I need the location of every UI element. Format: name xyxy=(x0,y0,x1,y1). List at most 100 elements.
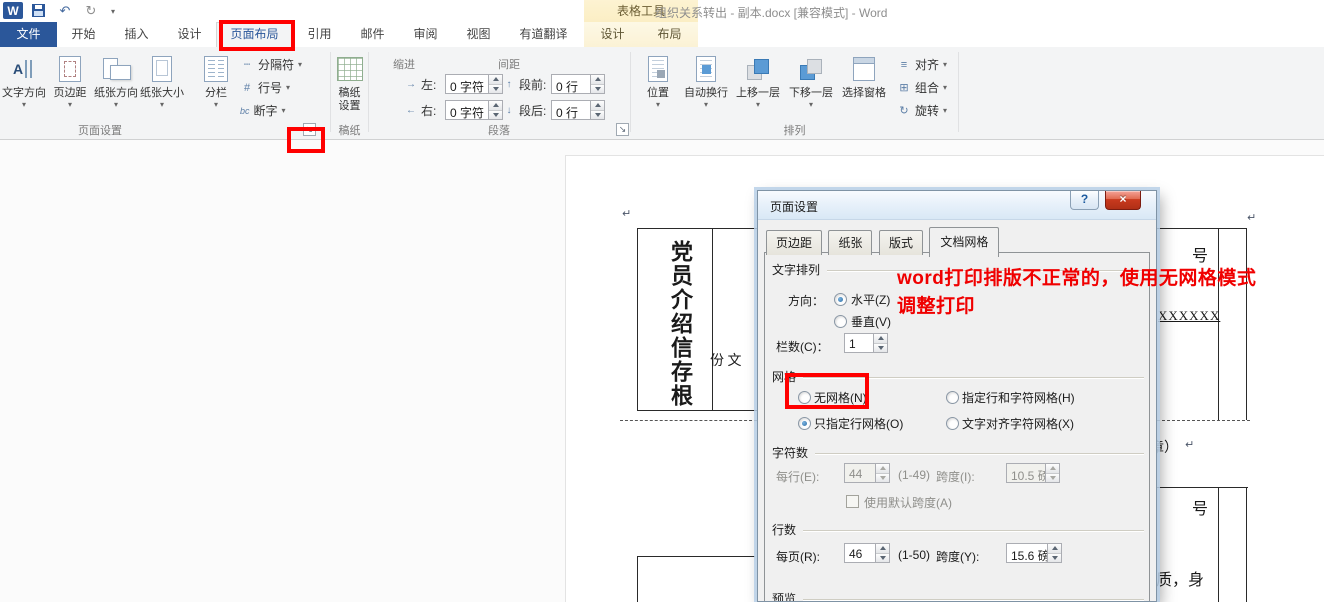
orientation-button[interactable]: 纸张方向 xyxy=(93,51,139,125)
radio-vertical-label[interactable]: 垂直(V) xyxy=(851,313,891,330)
selection-pane-button[interactable]: 选择窗格 xyxy=(839,51,889,125)
breaks-label: 分隔符 xyxy=(258,56,294,73)
tab-view[interactable]: 视图 xyxy=(452,22,505,47)
spinner-arrows[interactable] xyxy=(873,334,887,352)
dialog-tab-paper[interactable]: 纸张 xyxy=(828,230,872,255)
radio-horizontal[interactable] xyxy=(834,293,847,306)
radio-lines-only-label[interactable]: 只指定行网格(O) xyxy=(814,415,903,432)
radio-char-align-label[interactable]: 文字对齐字符网格(X) xyxy=(962,415,1074,432)
tab-home[interactable]: 开始 xyxy=(57,22,110,47)
chevron-down-icon xyxy=(637,100,679,109)
tab-references[interactable]: 引用 xyxy=(293,22,346,47)
line-numbers-button[interactable]: 行号 xyxy=(238,77,292,98)
spinner-arrows[interactable] xyxy=(590,75,604,93)
spinner-arrows[interactable] xyxy=(488,101,502,119)
spinner-arrows[interactable] xyxy=(590,101,604,119)
tab-design[interactable]: 设计 xyxy=(163,22,216,47)
manuscript-grid-label: 稿纸设置 xyxy=(339,87,361,112)
radio-lines-only[interactable] xyxy=(798,417,811,430)
space-before-spinner[interactable]: 0 行 xyxy=(551,74,605,94)
annotation-text-line1: word打印排版不正常的，使用无网格模式 xyxy=(897,263,1256,290)
paper-size-label: 纸张大小 xyxy=(140,87,184,99)
send-backward-button[interactable]: 下移一层 xyxy=(786,51,836,125)
align-icon xyxy=(897,58,911,72)
highlight-no-grid-option xyxy=(785,373,869,409)
group-preview: 预览 xyxy=(772,590,1144,602)
dialog-close-button[interactable]: × xyxy=(1105,191,1141,210)
chevron-down-icon xyxy=(1,100,47,109)
wrap-text-button[interactable]: 自动换行 xyxy=(681,51,731,125)
table-border-line xyxy=(1218,228,1219,420)
paper-size-icon xyxy=(152,56,172,82)
dialog-tab-strip: 页边距 纸张 版式 文档网格 xyxy=(766,227,1001,257)
chevron-down-icon xyxy=(196,100,236,109)
title-bar: W ↶ ↻ ▾ 表格工具 组织关系转出 - 副本.docx [兼容模式] - W… xyxy=(0,0,1324,22)
line-pitch-spinner[interactable]: 15.6 磅 xyxy=(1006,543,1062,563)
orientation-label: 纸张方向 xyxy=(94,87,138,99)
breaks-button[interactable]: 分隔符 xyxy=(238,54,304,75)
redo-button[interactable]: ↻ xyxy=(82,2,100,20)
manuscript-grid-button[interactable]: 稿纸设置 xyxy=(332,51,367,125)
spinner-arrows[interactable] xyxy=(1047,544,1061,562)
orientation-icon xyxy=(102,56,130,82)
tab-table-layout[interactable]: 布局 xyxy=(641,22,698,47)
columns-button[interactable]: 分栏 xyxy=(196,51,236,125)
ribbon-tab-row: 文件 开始 插入 设计 页面布局 引用 邮件 审阅 视图 有道翻译 设计 布局 xyxy=(0,22,1324,47)
dialog-tab-layout[interactable]: 版式 xyxy=(879,230,923,255)
group-objects-icon xyxy=(897,81,911,95)
stub-vertical-title: 党员介绍信存根 xyxy=(664,240,696,415)
space-after-label: 段后: xyxy=(519,102,546,119)
radio-lines-and-chars-label[interactable]: 指定行和字符网格(H) xyxy=(962,389,1075,406)
use-default-pitch-label[interactable]: 使用默认跨度(A) xyxy=(864,494,952,511)
paragraph-dialog-launcher[interactable] xyxy=(616,123,629,136)
radio-vertical[interactable] xyxy=(834,315,847,328)
spinner-arrows[interactable] xyxy=(488,75,502,93)
lines-per-page-label: 每页(R): xyxy=(776,548,820,565)
save-icon xyxy=(32,4,45,17)
spinner-arrows[interactable] xyxy=(875,544,889,562)
paper-size-button[interactable]: 纸张大小 xyxy=(139,51,185,125)
use-default-pitch-checkbox[interactable] xyxy=(846,495,859,508)
direction-label: 方向： xyxy=(788,292,824,309)
lines-per-page-spinner[interactable]: 46 xyxy=(844,543,890,563)
save-button[interactable] xyxy=(30,2,46,18)
margins-button[interactable]: 页边距 xyxy=(47,51,93,125)
indent-left-spinner[interactable]: 0 字符 xyxy=(445,74,503,94)
bring-forward-button[interactable]: 上移一层 xyxy=(733,51,783,125)
columns-count-label: 栏数(C)： xyxy=(776,338,829,355)
indent-right-label: 右: xyxy=(421,102,436,119)
group-separator xyxy=(958,52,959,132)
dialog-tab-margins[interactable]: 页边距 xyxy=(766,230,822,255)
tab-insert[interactable]: 插入 xyxy=(110,22,163,47)
wrap-text-label: 自动换行 xyxy=(684,87,728,99)
radio-horizontal-label[interactable]: 水平(Z) xyxy=(851,291,890,308)
position-button[interactable]: 位置 xyxy=(637,51,679,125)
tab-file[interactable]: 文件 xyxy=(0,22,57,47)
columns-count-spinner[interactable]: 1 xyxy=(844,333,888,353)
table-border-line xyxy=(1157,228,1246,229)
align-button[interactable]: 对齐 xyxy=(895,54,949,75)
tab-youdao-translate[interactable]: 有道翻译 xyxy=(505,22,582,47)
tab-table-design[interactable]: 设计 xyxy=(584,22,641,47)
hyphenation-button[interactable]: bc 断字 xyxy=(238,100,288,121)
quick-access-dropdown[interactable]: ▾ xyxy=(106,2,120,20)
page-break-icon xyxy=(240,58,254,72)
dialog-help-button[interactable]: ? xyxy=(1070,191,1099,210)
paragraph-mark: ↵ xyxy=(1247,211,1256,224)
tab-mailings[interactable]: 邮件 xyxy=(346,22,399,47)
text-direction-button[interactable]: 文字方向 xyxy=(1,51,47,125)
radio-char-align[interactable] xyxy=(946,417,959,430)
table-border-line xyxy=(1157,487,1248,488)
radio-lines-and-chars[interactable] xyxy=(946,391,959,404)
indent-right-spinner[interactable]: 0 字符 xyxy=(445,100,503,120)
group-label-paragraph: 段落 xyxy=(369,122,629,138)
cut-line-dashed xyxy=(1157,420,1250,421)
tab-review[interactable]: 审阅 xyxy=(399,22,452,47)
manuscript-grid-icon xyxy=(337,57,363,81)
word-logo-icon[interactable]: W xyxy=(3,2,23,19)
dialog-tab-doc-grid[interactable]: 文档网格 xyxy=(929,227,999,257)
undo-button[interactable]: ↶ xyxy=(56,2,74,20)
rotate-button[interactable]: 旋转 xyxy=(895,100,949,121)
space-after-spinner[interactable]: 0 行 xyxy=(551,100,605,120)
group-objects-button[interactable]: 组合 xyxy=(895,77,949,98)
